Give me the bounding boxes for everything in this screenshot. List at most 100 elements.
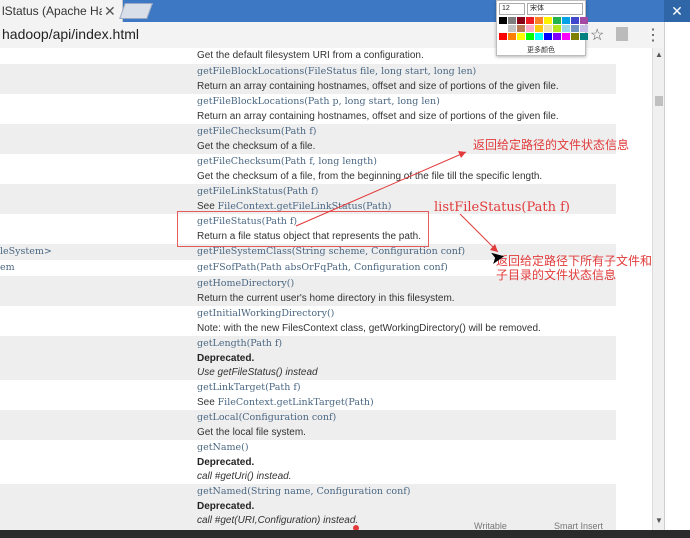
color-swatch[interactable] — [535, 17, 543, 24]
menu-icon[interactable]: ⋮ — [645, 25, 661, 45]
extension-icon[interactable] — [616, 27, 628, 41]
method-description: Note: with the new FilesContext class, g… — [197, 323, 541, 334]
method-name-link[interactable]: getNamed — [197, 486, 247, 497]
method-params: () — [286, 278, 295, 289]
font-size-select[interactable]: 12 — [499, 3, 525, 15]
method-description: Get the default filesystem URI from a co… — [197, 50, 424, 61]
javadoc-content: Get the default filesystem URI from a co… — [0, 48, 652, 530]
scroll-down-icon[interactable]: ▼ — [655, 516, 663, 525]
method-params: () — [241, 442, 249, 453]
color-swatch[interactable] — [553, 33, 561, 40]
method-row: getFileChecksum(Path f, long length) Get … — [0, 154, 616, 184]
annotation-note-1: 返回给定路径的文件状态信息 — [473, 138, 630, 152]
return-type-link[interactable]: em — [0, 262, 15, 273]
method-name-link[interactable]: getLinkTarget — [197, 382, 265, 393]
method-name-link[interactable]: getFileBlockLocations — [197, 96, 304, 107]
color-swatch[interactable] — [553, 25, 561, 32]
method-row: getInitialWorkingDirectory() Note: with t… — [0, 306, 616, 336]
color-swatch[interactable] — [508, 25, 516, 32]
color-swatch[interactable] — [562, 25, 570, 32]
color-swatch[interactable] — [526, 25, 534, 32]
method-row: getName() Deprecated. call #getUri() inste… — [0, 440, 616, 484]
method-name-link[interactable]: getLength — [197, 338, 247, 349]
deprecated-note: call #get(URI,Configuration) instead. — [197, 515, 359, 526]
color-swatch[interactable] — [499, 25, 507, 32]
see-also-link[interactable]: FileContext.getLinkTarget(Path) — [218, 397, 374, 408]
color-palette-popup: 12 宋体 更多颜色 — [496, 0, 588, 56]
color-swatch[interactable] — [517, 25, 525, 32]
method-name-link[interactable]: getFileSystemClass — [197, 246, 292, 257]
method-params: (Path f) — [282, 186, 319, 197]
method-row: getLinkTarget(Path f) See FileContext.get… — [0, 380, 616, 410]
method-params: () — [326, 308, 335, 319]
method-signature: getInitialWorkingDirectory() — [197, 308, 334, 319]
method-params: (Configuration conf) — [238, 412, 337, 423]
color-swatch[interactable] — [553, 17, 561, 24]
scrollbar-thumb[interactable] — [655, 96, 663, 106]
annotation-note-3b: 子目录的文件状态信息 — [496, 268, 617, 282]
address-bar[interactable]: hadoop/api/index.html — [2, 26, 139, 42]
more-colors-button[interactable]: 更多颜色 — [497, 45, 585, 55]
method-name-link[interactable]: getFileBlockLocations — [197, 66, 304, 77]
method-params: (Path absOrFqPath, Configuration conf) — [256, 262, 448, 273]
method-name-link[interactable]: getFileChecksum — [197, 156, 281, 167]
color-swatch[interactable] — [580, 17, 588, 24]
color-swatch[interactable] — [580, 33, 588, 40]
method-signature: getNamed(String name, Configuration conf… — [197, 486, 410, 497]
color-swatch[interactable] — [526, 33, 534, 40]
method-name-link[interactable]: getHomeDirectory — [197, 278, 287, 289]
method-params: (Path p, long start, long len) — [304, 96, 440, 107]
method-signature: getName() — [197, 442, 249, 453]
color-swatch[interactable] — [580, 25, 588, 32]
color-swatch[interactable] — [499, 33, 507, 40]
method-description: Get the local file system. — [197, 427, 306, 438]
font-name-select[interactable]: 宋体 — [527, 3, 583, 15]
color-swatch[interactable] — [508, 33, 516, 40]
star-icon[interactable]: ☆ — [590, 25, 604, 45]
method-description: See FileContext.getLinkTarget(Path) — [197, 397, 374, 408]
method-name-link[interactable]: getFileChecksum — [197, 126, 281, 137]
deprecated-label: Deprecated. — [197, 457, 255, 468]
color-swatch[interactable] — [571, 33, 579, 40]
status-bar: Writable Smart Insert — [0, 521, 690, 538]
color-swatch[interactable] — [526, 17, 534, 24]
method-signature: getFileChecksum(Path f, long length) — [197, 156, 377, 167]
method-params: (Path f) — [280, 126, 317, 137]
color-swatch[interactable] — [544, 25, 552, 32]
color-swatch[interactable] — [517, 17, 525, 24]
method-signature: getHomeDirectory() — [197, 278, 294, 289]
method-description: Return an array containing hostnames, of… — [197, 81, 559, 92]
highlight-box — [177, 211, 429, 247]
deprecated-note: Use getFileStatus() instead — [197, 367, 318, 378]
method-row: getLength(Path f) Deprecated. Use getFileS… — [0, 336, 616, 380]
color-swatch[interactable] — [535, 25, 543, 32]
color-swatch[interactable] — [517, 33, 525, 40]
color-swatch[interactable] — [571, 17, 579, 24]
color-swatch[interactable] — [508, 17, 516, 24]
method-signature: getFileBlockLocations(Path p, long start… — [197, 96, 440, 107]
color-swatch[interactable] — [562, 17, 570, 24]
method-name-link[interactable]: getFSofPath — [197, 262, 256, 273]
color-swatch[interactable] — [535, 33, 543, 40]
method-params: (String scheme, Configuration conf) — [291, 246, 466, 257]
color-swatch[interactable] — [499, 17, 507, 24]
browser-tab[interactable]: lStatus (Apache Had ✕ — [0, 0, 123, 22]
method-name-link[interactable]: getName — [197, 442, 241, 453]
method-signature: getLinkTarget(Path f) — [197, 382, 301, 393]
scroll-up-icon[interactable]: ▲ — [655, 50, 663, 59]
color-swatch[interactable] — [571, 25, 579, 32]
method-name-link[interactable]: getLocal — [197, 412, 239, 423]
method-name-link[interactable]: getFileLinkStatus — [197, 186, 283, 197]
color-swatch[interactable] — [544, 33, 552, 40]
return-type-link[interactable]: leSystem> — [0, 246, 52, 257]
method-description: Return an array containing hostnames, of… — [197, 111, 559, 122]
new-tab-button[interactable] — [119, 3, 153, 19]
color-swatch[interactable] — [562, 33, 570, 40]
method-params: (Path f) — [265, 382, 301, 393]
window-close-button[interactable]: ✕ — [664, 0, 690, 22]
method-params: (Path f, long length) — [280, 156, 377, 167]
method-description: Get the checksum of a file, from the beg… — [197, 171, 543, 182]
color-swatch[interactable] — [544, 17, 552, 24]
close-icon[interactable]: ✕ — [104, 3, 116, 20]
method-name-link[interactable]: getInitialWorkingDirectory — [197, 308, 327, 319]
